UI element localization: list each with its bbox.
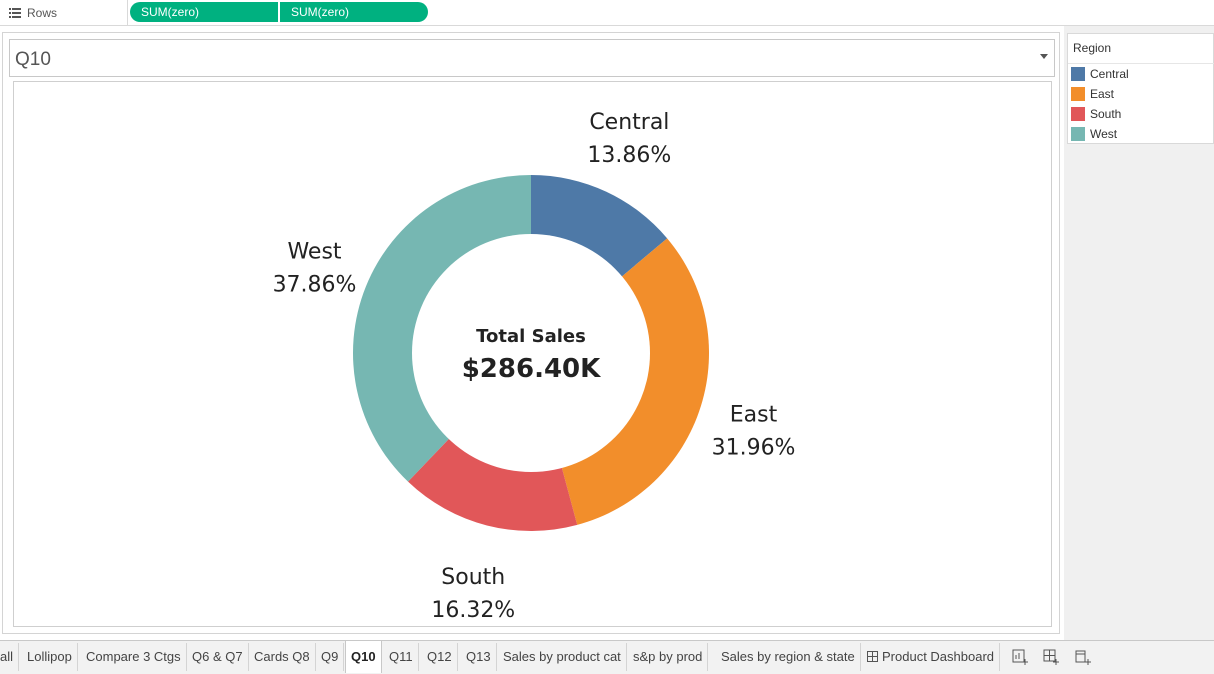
- center-label: Total Sales: [476, 326, 586, 347]
- slice-label-name: East: [730, 403, 778, 428]
- tab-q13[interactable]: Q13: [461, 643, 497, 671]
- legend-item-west[interactable]: West: [1071, 126, 1117, 142]
- tab-product-dashboard[interactable]: Product Dashboard: [862, 643, 1001, 671]
- tab-q10[interactable]: Q10: [345, 641, 382, 673]
- tab-cards-q8[interactable]: Cards Q8: [249, 643, 316, 671]
- legend-item-label: Central: [1090, 67, 1129, 81]
- tab-q12[interactable]: Q12: [422, 643, 458, 671]
- slice-label-name: West: [287, 240, 341, 265]
- sheet-tab-bar: all Lollipop Compare 3 Ctgs Q6 & Q7 Card…: [0, 640, 1214, 674]
- rows-shelf-icon: [9, 7, 21, 18]
- legend-item-east[interactable]: East: [1071, 86, 1114, 102]
- tab-q11[interactable]: Q11: [384, 643, 419, 671]
- legend-item-label: West: [1090, 127, 1118, 141]
- legend-item-south[interactable]: South: [1071, 106, 1121, 122]
- legend-swatch: [1071, 67, 1085, 81]
- legend-item-label: South: [1090, 107, 1122, 121]
- tab-s-p-by-prod[interactable]: s&p by prod: [628, 643, 709, 671]
- slice-label-percent: 31.96%: [712, 436, 796, 461]
- slice-label-percent: 13.86%: [587, 143, 671, 168]
- legend-item-central[interactable]: Central: [1071, 66, 1129, 82]
- tab-compare-3-ctgs[interactable]: Compare 3 Ctgs: [81, 643, 187, 671]
- legend-swatch: [1071, 87, 1085, 101]
- color-legend: Region Central East South West: [1067, 33, 1214, 144]
- legend-item-label: East: [1090, 87, 1115, 101]
- new-dashboard-icon[interactable]: [1040, 646, 1062, 668]
- tab-lollipop[interactable]: Lollipop: [22, 643, 78, 671]
- slice-label-name: South: [441, 565, 505, 590]
- legend-title: Region: [1073, 41, 1112, 55]
- dashboard-icon: [867, 651, 878, 662]
- slice-label-percent: 37.86%: [273, 273, 357, 298]
- tab-product-dashboard-label: Product Dashboard: [882, 649, 995, 664]
- slice-label-percent: 16.32%: [431, 598, 515, 623]
- chart-area: Total Sales $286.40K Central 13.86% East 31…: [13, 81, 1052, 627]
- tab-all[interactable]: all: [0, 643, 20, 671]
- worksheet-title: Q10: [15, 49, 51, 70]
- tab-q6-q7[interactable]: Q6 & Q7: [187, 643, 249, 671]
- legend-divider: [1068, 63, 1214, 64]
- rows-shelf-label: Rows: [0, 0, 128, 25]
- worksheet-title-box[interactable]: Q10: [9, 39, 1055, 77]
- tab-sales-by-product-cat[interactable]: Sales by product cat: [498, 643, 627, 671]
- rows-shelf-text: Rows: [27, 5, 58, 20]
- center-value: $286.40K: [462, 354, 601, 384]
- tab-sales-by-region-state[interactable]: Sales by region & state: [716, 643, 861, 671]
- slice-label-name: Central: [589, 110, 669, 135]
- legend-swatch: [1071, 107, 1085, 121]
- donut-hole: [412, 234, 650, 472]
- new-story-icon[interactable]: [1072, 646, 1094, 668]
- worksheet-panel: Q10 Total Sales $286.40K Central 13.86% Ea…: [2, 32, 1060, 634]
- rows-shelf: Rows SUM(zero) SUM(zero): [0, 0, 1214, 26]
- tab-q9[interactable]: Q9: [316, 643, 345, 671]
- donut-chart: Total Sales $286.40K Central 13.86% East 31…: [273, 110, 796, 623]
- new-worksheet-icon[interactable]: [1009, 646, 1031, 668]
- dropdown-caret-icon[interactable]: [1040, 54, 1048, 59]
- sum-zero-pill[interactable]: SUM(zero): [130, 2, 278, 22]
- sum-zero-pill[interactable]: SUM(zero): [280, 2, 428, 22]
- legend-swatch: [1071, 127, 1085, 141]
